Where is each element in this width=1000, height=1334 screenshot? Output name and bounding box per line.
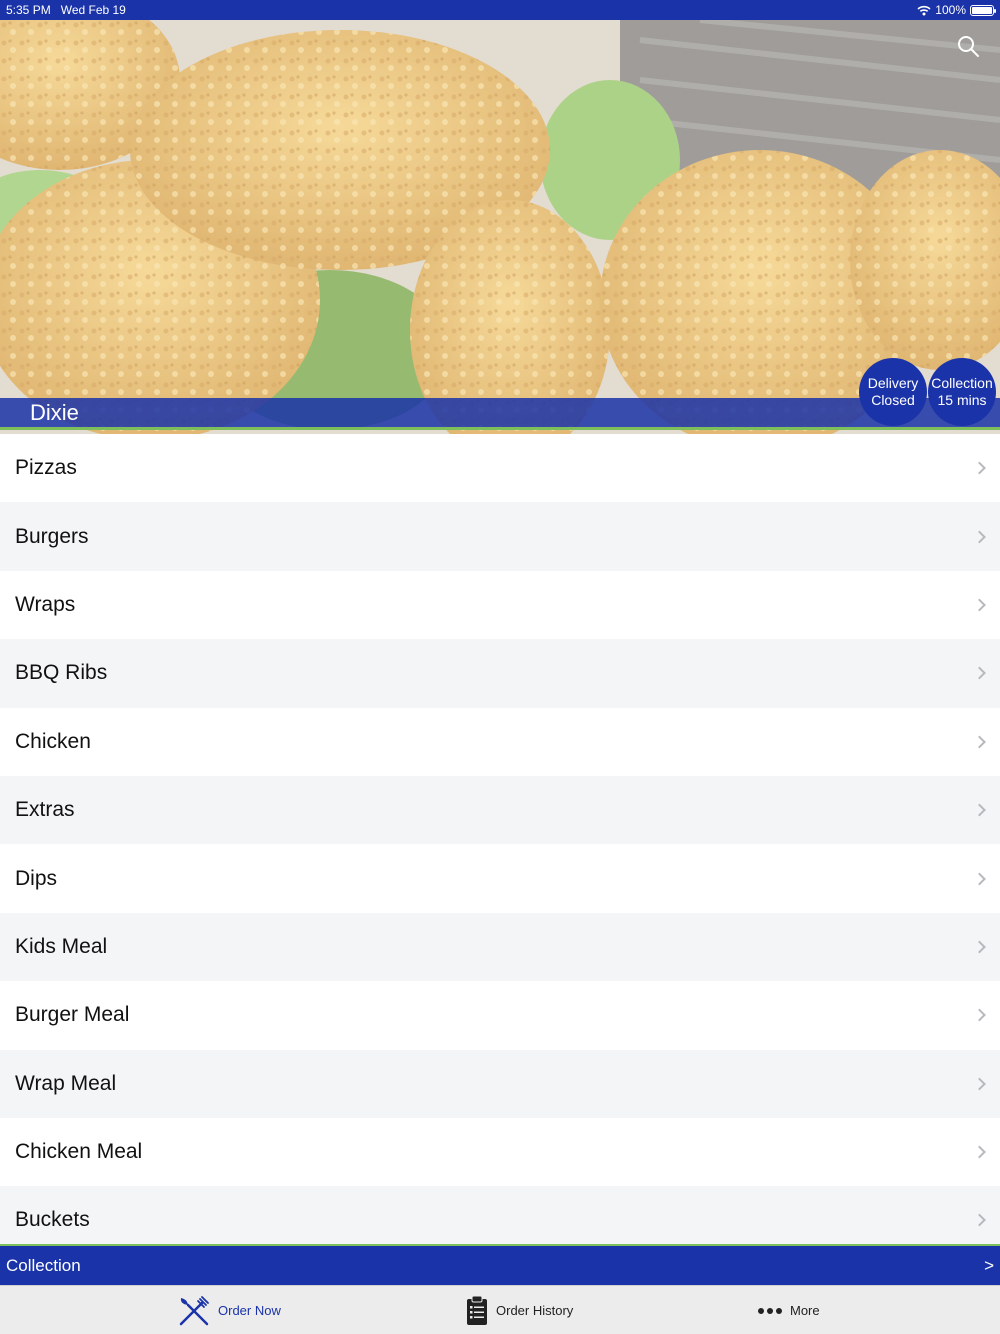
battery-percent: 100% <box>935 3 966 17</box>
status-bar: 5:35 PM Wed Feb 19 100% <box>0 0 1000 20</box>
chevron-right-icon <box>973 940 986 954</box>
menu-category-label: Pizzas <box>15 456 77 480</box>
delivery-value: Closed <box>871 392 915 408</box>
clipboard-icon <box>467 1295 487 1325</box>
status-date: Wed Feb 19 <box>60 3 126 17</box>
menu-category-item[interactable]: Extras <box>0 775 1000 845</box>
chevron-right-icon <box>973 872 986 885</box>
app-screen: 5:35 PM Wed Feb 19 100% Dixie Delivery C… <box>0 0 1000 1334</box>
menu-category-label: Wrap Meal <box>15 1071 117 1095</box>
menu-category-label: Burger Meal <box>15 1003 130 1027</box>
tab-more[interactable]: More <box>758 1286 820 1334</box>
tab-bar: Order Now Order History More <box>0 1285 1000 1334</box>
chevron-right-icon <box>973 1145 986 1159</box>
delivery-label: Delivery <box>867 375 919 391</box>
restaurant-title-band: Dixie <box>0 398 1000 430</box>
chevron-right-icon <box>973 530 986 543</box>
tab-order-now[interactable]: Order Now <box>178 1286 281 1334</box>
restaurant-name: Dixie <box>30 400 79 425</box>
menu-category-label: Chicken Meal <box>15 1140 143 1164</box>
menu-category-label: BBQ Ribs <box>15 661 108 685</box>
chevron-right-icon <box>973 1008 986 1022</box>
chevron-right-icon <box>973 461 986 475</box>
menu-category-item[interactable]: Chicken Meal <box>0 1117 1000 1187</box>
battery-icon <box>970 4 996 16</box>
menu-category-label: Extras <box>15 798 75 822</box>
wifi-icon <box>917 5 931 15</box>
collection-status-badge[interactable]: Collection 15 mins <box>928 358 996 426</box>
order-mode-arrow: > <box>984 1255 994 1275</box>
menu-category-item[interactable]: Wrap Meal <box>0 1049 1000 1118</box>
chevron-right-icon <box>973 1214 986 1227</box>
chevron-right-icon <box>973 598 986 612</box>
tab-order-history[interactable]: Order History <box>466 1286 573 1334</box>
menu-category-label: Kids Meal <box>15 934 108 958</box>
chevron-right-icon <box>973 666 986 680</box>
order-mode-bar[interactable]: Collection > <box>0 1244 1000 1285</box>
menu-category-label: Dips <box>15 866 58 890</box>
menu-category-item[interactable]: Dips <box>0 844 1000 913</box>
tab-more-label: More <box>790 1303 820 1318</box>
menu-category-item[interactable]: Wraps <box>0 570 1000 640</box>
fork-knife-icon <box>179 1295 209 1325</box>
chevron-right-icon <box>973 803 986 817</box>
menu-category-label: Buckets <box>15 1208 90 1232</box>
menu-category-item[interactable]: Burgers <box>0 502 1000 571</box>
collection-label: Collection <box>931 375 993 391</box>
menu-category-label: Burgers <box>15 524 89 548</box>
image-overlay <box>0 20 1000 434</box>
menu-category-item[interactable]: Chicken <box>0 707 1000 776</box>
collection-value: 15 mins <box>937 392 987 408</box>
chevron-right-icon <box>973 1077 986 1091</box>
tab-order-history-label: Order History <box>496 1303 574 1318</box>
chevron-right-icon <box>973 735 986 749</box>
menu-category-item[interactable]: Pizzas <box>0 434 1000 503</box>
menu-category-item[interactable]: Buckets <box>0 1186 1000 1244</box>
hero-banner: Dixie Delivery Closed Collection 15 mins <box>0 20 1000 434</box>
status-right: 100% <box>917 3 996 17</box>
order-mode-label: Collection <box>6 1255 81 1275</box>
delivery-status-badge[interactable]: Delivery Closed <box>859 358 927 426</box>
menu-category-item[interactable]: BBQ Ribs <box>0 639 1000 708</box>
menu-category-label: Wraps <box>15 592 76 616</box>
tab-order-now-label: Order Now <box>218 1303 281 1318</box>
menu-category-list: Pizzas Burgers Wraps BBQ Ribs Chicken Ex… <box>0 434 1000 1244</box>
more-dots-icon <box>758 1307 782 1314</box>
menu-category-label: Chicken <box>15 729 91 753</box>
menu-category-item[interactable]: Burger Meal <box>0 981 1000 1050</box>
status-time: 5:35 PM <box>6 3 51 17</box>
menu-category-item[interactable]: Kids Meal <box>0 912 1000 982</box>
search-icon[interactable] <box>956 34 980 58</box>
